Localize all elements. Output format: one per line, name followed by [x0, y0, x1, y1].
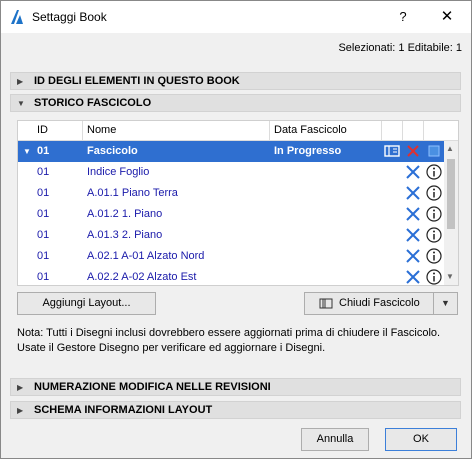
row-id: 01 — [37, 229, 50, 241]
column-header-id[interactable]: ID — [37, 124, 48, 136]
archicad-app-icon — [11, 10, 23, 24]
row-name: A.01.2 1. Piano — [87, 208, 163, 220]
note-text: Nota: Tutti i Disegni inclusi dovrebbero… — [17, 327, 441, 354]
row-name: A.01.1 Piano Terra — [87, 187, 178, 199]
row-name: Indice Foglio — [87, 166, 150, 178]
row-id: 01 — [37, 271, 50, 283]
square-icon[interactable] — [426, 143, 442, 159]
collapse-triangle-icon[interactable]: ▼ — [23, 147, 31, 156]
scroll-thumb[interactable] — [447, 159, 455, 229]
info-icon[interactable] — [426, 227, 442, 243]
close-issue-button[interactable]: Chiudi Fascicolo — [304, 292, 434, 315]
chevron-down-icon: ▼ — [441, 298, 450, 308]
remove-x-icon[interactable] — [405, 185, 421, 201]
title-bar: Settaggi Book ? ✕ — [1, 1, 471, 33]
table-row[interactable]: 01 A.01.1 Piano Terra — [18, 183, 444, 204]
row-id: 01 — [37, 208, 50, 220]
section-history[interactable]: ▼ STORICO FASCICOLO — [10, 94, 461, 112]
info-icon[interactable] — [426, 248, 442, 264]
section-id-elements[interactable]: ▶ ID DEGLI ELEMENTI IN QUESTO BOOK — [10, 72, 461, 90]
expand-arrow-icon: ▶ — [17, 406, 24, 415]
close-issue-label: Chiudi Fascicolo — [339, 297, 420, 309]
table-row[interactable]: 01 Indice Foglio — [18, 162, 444, 183]
row-name: Fascicolo — [87, 145, 138, 157]
expand-arrow-icon: ▶ — [17, 77, 24, 86]
row-id: 01 — [37, 145, 50, 157]
section-layout-schema[interactable]: ▶ SCHEMA INFORMAZIONI LAYOUT — [10, 401, 461, 419]
scroll-up-icon[interactable]: ▲ — [446, 144, 454, 153]
column-divider — [402, 121, 403, 141]
remove-x-icon[interactable] — [405, 227, 421, 243]
table-row[interactable]: 01 A.01.3 2. Piano — [18, 225, 444, 246]
section-numbering[interactable]: ▶ NUMERAZIONE MODIFICA NELLE REVISIONI — [10, 378, 461, 396]
add-layout-button[interactable]: Aggiungi Layout... — [17, 292, 156, 315]
section-label: STORICO FASCICOLO — [34, 97, 152, 109]
remove-x-icon[interactable] — [405, 269, 421, 285]
row-name: A.01.3 2. Piano — [87, 229, 163, 241]
row-id: 01 — [37, 166, 50, 178]
table-row[interactable]: 01 A.01.2 1. Piano — [18, 204, 444, 225]
column-divider — [82, 121, 83, 141]
table-row[interactable]: 01 A.02.1 A-01 Alzato Nord — [18, 246, 444, 267]
table-row-selected[interactable]: ▼ 01 Fascicolo In Progresso — [18, 141, 444, 162]
section-label: ID DEGLI ELEMENTI IN QUESTO BOOK — [34, 75, 240, 87]
delete-x-icon[interactable] — [405, 143, 421, 159]
remove-x-icon[interactable] — [405, 248, 421, 264]
table-row[interactable]: 01 A.02.2 A-02 Alzato Est — [18, 267, 444, 285]
issue-table: ID Nome Data Fascicolo ▼ 01 Fascicolo In… — [17, 120, 459, 286]
table-scrollbar[interactable]: ▲ ▼ — [444, 141, 458, 285]
row-id: 01 — [37, 250, 50, 262]
column-header-date[interactable]: Data Fascicolo — [274, 124, 347, 136]
row-name: A.02.1 A-01 Alzato Nord — [87, 250, 205, 262]
row-name: A.02.2 A-02 Alzato Est — [87, 271, 197, 283]
scroll-down-icon[interactable]: ▼ — [446, 272, 454, 281]
column-divider — [381, 121, 382, 141]
info-icon[interactable] — [426, 164, 442, 180]
column-divider — [423, 121, 424, 141]
remove-x-icon[interactable] — [405, 206, 421, 222]
column-divider — [269, 121, 270, 141]
settaggi-book-dialog: Settaggi Book ? ✕ Selezionati: 1 Editabi… — [0, 0, 472, 459]
close-issue-dropdown[interactable]: ▼ — [433, 292, 458, 315]
info-icon[interactable] — [426, 185, 442, 201]
help-button[interactable]: ? — [385, 1, 421, 33]
selection-info: Selezionati: 1 Editabile: 1 — [338, 42, 462, 54]
table-header: ID Nome Data Fascicolo — [18, 121, 458, 141]
row-id: 01 — [37, 187, 50, 199]
expand-arrow-icon: ▶ — [17, 383, 24, 392]
issue-icon — [319, 298, 333, 309]
row-date: In Progresso — [274, 145, 342, 157]
collapse-arrow-icon: ▼ — [17, 99, 25, 108]
layout-icon[interactable] — [384, 143, 400, 159]
remove-x-icon[interactable] — [405, 164, 421, 180]
info-icon[interactable] — [426, 269, 442, 285]
close-window-button[interactable]: ✕ — [429, 1, 465, 33]
cancel-button[interactable]: Annulla — [301, 428, 369, 451]
section-label: SCHEMA INFORMAZIONI LAYOUT — [34, 404, 213, 416]
window-title: Settaggi Book — [32, 10, 107, 24]
ok-button[interactable]: OK — [385, 428, 457, 451]
section-label: NUMERAZIONE MODIFICA NELLE REVISIONI — [34, 381, 271, 393]
column-header-name[interactable]: Nome — [87, 124, 116, 136]
info-icon[interactable] — [426, 206, 442, 222]
